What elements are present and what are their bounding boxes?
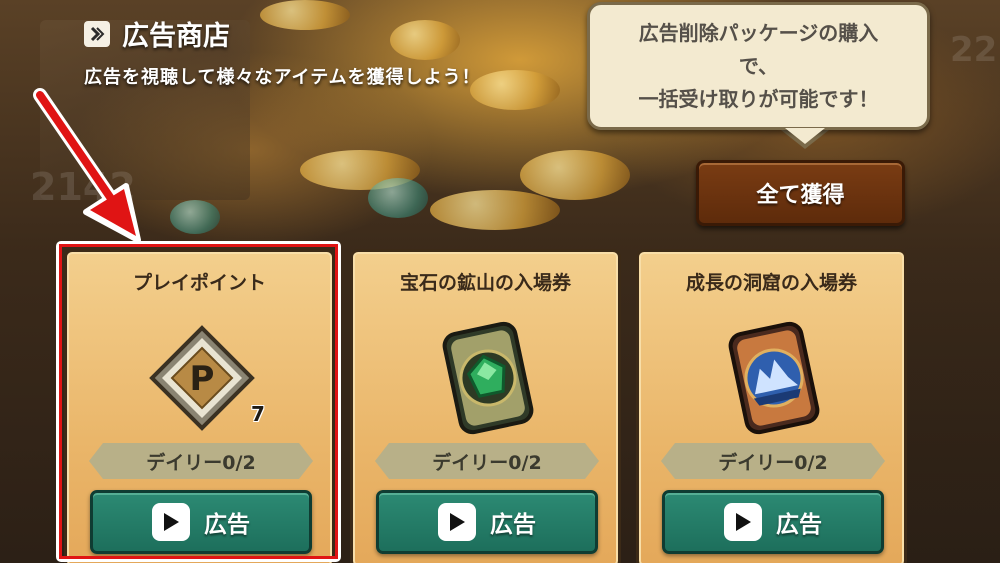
watch-ad-button[interactable]: 広告 (376, 490, 598, 554)
coin-decoration (520, 150, 630, 200)
right-strip (905, 240, 1000, 563)
cave-ticket-icon (714, 318, 834, 438)
ad-button-label: 広告 (776, 512, 822, 538)
coin-decoration (390, 20, 460, 60)
bubble-text: 広告削除パッケージの購入 で、 一括受け取りが可能です！ (638, 20, 879, 111)
faint-decoration: 2142 (30, 165, 136, 209)
coin-decoration (260, 0, 350, 30)
gem-decoration (368, 178, 428, 218)
info-bubble: 広告削除パッケージの購入 で、 一括受け取りが可能です！ (587, 2, 930, 130)
play-icon (438, 503, 476, 541)
emerald-ticket-icon (428, 318, 548, 438)
watch-ad-button[interactable]: 広告 (662, 490, 884, 554)
claim-all-button[interactable]: 全て獲得 (696, 160, 905, 226)
header: 広告商店 (84, 14, 230, 53)
coin-decoration (470, 70, 560, 110)
daily-limit-label: デイリー0/2 (375, 443, 599, 479)
coin-decoration (430, 190, 560, 230)
card-title: 宝石の鉱山の入場券 (399, 272, 571, 294)
daily-limit-label: デイリー0/2 (661, 443, 885, 479)
shop-card-growth-cave-ticket: 成長の洞窟の入場券 デイリー0/2 広告 (636, 249, 907, 563)
shop-card-gem-mine-ticket: 宝石の鉱山の入場券 デイリー0/2 広告 (350, 249, 621, 563)
gem-decoration (170, 200, 220, 234)
page-subtitle: 広告を視聴して様々なアイテムを獲得しよう！ (84, 67, 481, 88)
play-icon (724, 503, 762, 541)
bubble-tail (785, 128, 825, 144)
card-title: 成長の洞窟の入場券 (685, 272, 857, 294)
chevron-right-icon (84, 20, 110, 47)
highlight-frame (59, 244, 338, 559)
ad-button-label: 広告 (490, 512, 536, 538)
page-title: 広告商店 (122, 21, 230, 52)
faint-decoration: 22 (950, 30, 998, 70)
